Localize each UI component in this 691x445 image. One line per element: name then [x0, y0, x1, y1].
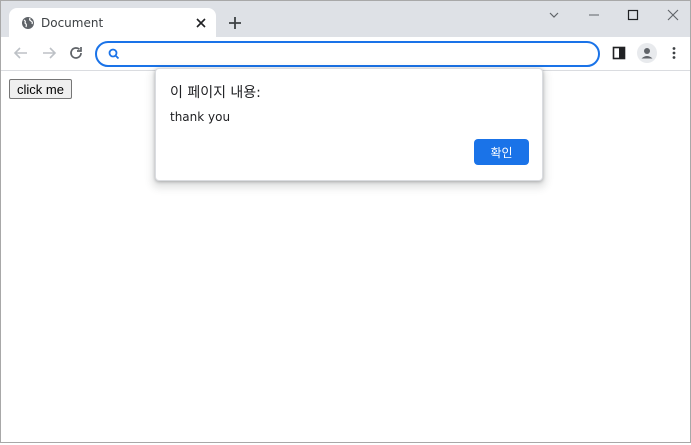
globe-icon [22, 17, 34, 29]
alert-dialog: 이 페이지 내용: thank you 확인 [155, 68, 543, 181]
kebab-menu-icon[interactable] [666, 45, 682, 61]
browser-window: Document click me 이 페이지 내용: thank you 확인 [0, 0, 691, 443]
reload-icon[interactable] [68, 45, 84, 61]
side-panel-icon[interactable] [611, 45, 627, 61]
alert-message: thank you [170, 110, 231, 124]
profile-avatar[interactable] [637, 43, 657, 63]
maximize-icon[interactable] [625, 7, 641, 23]
plus-icon[interactable] [227, 15, 243, 31]
arrow-left-icon[interactable] [13, 45, 29, 61]
close-icon[interactable] [194, 16, 208, 30]
chevron-down-icon[interactable] [546, 7, 562, 23]
address-bar[interactable] [95, 41, 600, 67]
tab-title: Document [41, 16, 104, 30]
arrow-right-icon[interactable] [41, 45, 57, 61]
alert-heading: 이 페이지 내용: [170, 85, 261, 101]
click-me-button[interactable]: click me [9, 79, 72, 99]
search-icon [108, 48, 120, 60]
minimize-icon[interactable] [586, 7, 602, 23]
close-window-icon[interactable] [665, 7, 681, 23]
profile-icon [641, 48, 653, 59]
tab-strip: Document [1, 1, 690, 37]
ok-button[interactable]: 확인 [474, 139, 529, 165]
toolbar [1, 37, 690, 71]
tab-document[interactable]: Document [9, 8, 216, 37]
address-input[interactable] [127, 45, 586, 65]
